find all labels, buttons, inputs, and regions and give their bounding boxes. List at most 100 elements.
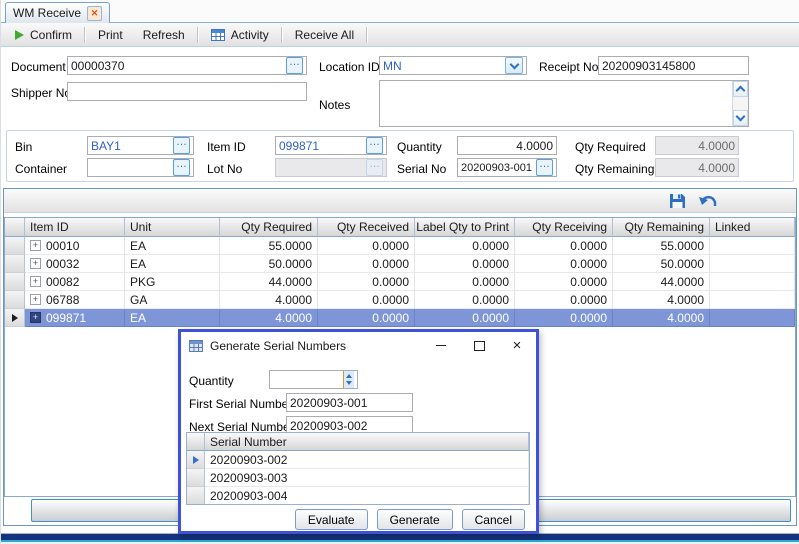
- print-button[interactable]: Print: [88, 23, 133, 46]
- grid-corner[interactable]: [5, 218, 25, 237]
- ellipsis-lookup-icon[interactable]: …: [286, 57, 303, 74]
- generate-button[interactable]: Generate: [377, 509, 453, 530]
- item-id-label: Item ID: [207, 140, 246, 154]
- row-selector[interactable]: [5, 273, 25, 291]
- expand-icon[interactable]: +: [30, 276, 41, 287]
- serial-numbers-grid: Serial Number 20200903-002 20200903-003 …: [186, 432, 530, 505]
- bin-field[interactable]: BAY1 …: [87, 136, 194, 155]
- table-row[interactable]: 20200903-002: [187, 451, 529, 469]
- ellipsis-lookup-icon[interactable]: …: [173, 137, 190, 154]
- play-icon: [15, 30, 24, 40]
- bin-label: Bin: [15, 140, 32, 154]
- expand-icon[interactable]: +: [30, 312, 41, 323]
- location-id-label: Location ID: [319, 60, 380, 74]
- tab-wm-receive[interactable]: WM Receive ✕: [5, 2, 110, 23]
- row-indicator-icon: [12, 314, 18, 322]
- item-id-field[interactable]: 099871 …: [275, 136, 387, 155]
- grid-header-row: Item ID Unit Qty Required Qty Received L…: [5, 218, 795, 237]
- tab-label: WM Receive: [13, 6, 81, 20]
- wm-receive-window: WM Receive ✕ Confirm Print Refresh Activ…: [0, 0, 799, 544]
- row-selector[interactable]: [187, 451, 205, 469]
- qty-required-field: 4.0000: [655, 136, 739, 155]
- row-indicator-icon: [193, 456, 199, 464]
- dialog-quantity-label: Quantity: [189, 374, 234, 388]
- main-toolbar: Confirm Print Refresh Activity Receive A…: [1, 23, 799, 47]
- toolbar-separator: [366, 27, 368, 43]
- receipt-no-field[interactable]: 20200903145800: [598, 56, 749, 75]
- scroll-up-icon[interactable]: [733, 81, 748, 97]
- close-icon[interactable]: ✕: [87, 6, 102, 21]
- table-row[interactable]: +00032 EA 50.0000 0.0000 0.0000 0.0000 5…: [5, 255, 795, 273]
- row-selector[interactable]: [187, 469, 205, 487]
- column-header-qty-received[interactable]: Qty Received: [318, 218, 415, 237]
- row-selector[interactable]: [5, 237, 25, 255]
- close-icon: ×: [513, 339, 522, 353]
- receive-all-button[interactable]: Receive All: [285, 23, 364, 46]
- column-header-qty-receiving[interactable]: Qty Receiving: [515, 218, 613, 237]
- save-button[interactable]: [669, 193, 686, 212]
- row-selector[interactable]: [187, 487, 205, 505]
- table-row[interactable]: 20200903-003: [187, 469, 529, 487]
- activity-button[interactable]: Activity: [201, 23, 279, 46]
- scroll-down-icon[interactable]: [733, 110, 748, 126]
- minimize-button[interactable]: [430, 337, 452, 355]
- dropdown-icon[interactable]: [505, 57, 523, 74]
- column-header-item-id[interactable]: Item ID: [25, 218, 125, 237]
- dialog-titlebar[interactable]: Generate Serial Numbers ×: [181, 332, 536, 359]
- table-row[interactable]: +06788 GA 4.0000 0.0000 0.0000 0.0000 4.…: [5, 291, 795, 309]
- table-row[interactable]: +00082 PKG 44.0000 0.0000 0.0000 0.0000 …: [5, 273, 795, 291]
- notes-label: Notes: [319, 98, 350, 112]
- quantity-field[interactable]: 4.0000: [457, 136, 557, 155]
- receipt-no-label: Receipt No: [539, 60, 598, 74]
- spinner-down-icon[interactable]: [346, 381, 352, 385]
- column-header-linked[interactable]: Linked: [710, 218, 795, 237]
- refresh-button[interactable]: Refresh: [133, 23, 195, 46]
- spinner-up-icon[interactable]: [346, 374, 352, 378]
- column-header-qty-remaining[interactable]: Qty Remaining: [613, 218, 710, 237]
- grid-header-row: Serial Number: [187, 433, 529, 451]
- evaluate-button[interactable]: Evaluate: [295, 509, 368, 530]
- notes-field[interactable]: [379, 80, 749, 127]
- dialog-title: Generate Serial Numbers: [210, 339, 346, 353]
- container-field[interactable]: …: [87, 158, 194, 177]
- column-header-label-qty[interactable]: Label Qty to Print: [415, 218, 515, 237]
- ellipsis-lookup-icon[interactable]: …: [536, 159, 553, 176]
- row-selector[interactable]: [5, 255, 25, 273]
- undo-button[interactable]: [698, 194, 718, 212]
- container-label: Container: [15, 162, 67, 176]
- maximize-button[interactable]: [468, 337, 490, 355]
- ellipsis-lookup-icon[interactable]: …: [173, 159, 190, 176]
- expand-icon[interactable]: +: [30, 258, 41, 269]
- row-selector[interactable]: [5, 291, 25, 309]
- table-row[interactable]: 20200903-004: [187, 487, 529, 505]
- close-button[interactable]: ×: [506, 337, 528, 355]
- qty-remaining-label: Qty Remaining: [575, 162, 654, 176]
- location-id-select[interactable]: MN: [379, 56, 527, 75]
- document-no-field[interactable]: 00000370 …: [67, 56, 307, 75]
- lot-no-label: Lot No: [207, 162, 242, 176]
- column-header-unit[interactable]: Unit: [125, 218, 220, 237]
- column-header-qty-required[interactable]: Qty Required: [220, 218, 318, 237]
- grid-corner[interactable]: [187, 433, 205, 451]
- grid-icon: [189, 340, 203, 352]
- cancel-button[interactable]: Cancel: [462, 509, 525, 530]
- dialog-quantity-field[interactable]: [269, 370, 358, 389]
- notes-scrollbar[interactable]: [732, 81, 748, 126]
- dialog-button-row: Evaluate Generate Cancel: [181, 509, 525, 530]
- table-icon: [211, 29, 225, 41]
- quantity-spinner[interactable]: [343, 371, 354, 388]
- expand-icon[interactable]: +: [30, 240, 41, 251]
- table-row[interactable]: +00010 EA 55.0000 0.0000 0.0000 0.0000 5…: [5, 237, 795, 255]
- shipper-no-field[interactable]: [67, 82, 307, 101]
- first-serial-field[interactable]: 20200903-001: [286, 393, 413, 412]
- expand-icon[interactable]: +: [30, 294, 41, 305]
- row-selector[interactable]: [5, 309, 25, 327]
- toolbar-separator: [84, 27, 86, 43]
- ellipsis-lookup-icon[interactable]: …: [366, 137, 383, 154]
- save-icon: [669, 193, 686, 209]
- column-header-serial-number[interactable]: Serial Number: [205, 433, 529, 451]
- qty-required-label: Qty Required: [575, 140, 646, 154]
- confirm-button[interactable]: Confirm: [5, 23, 82, 46]
- table-row-selected[interactable]: +099871 EA 4.0000 0.0000 0.0000 0.0000 4…: [5, 309, 795, 327]
- serial-no-field[interactable]: 20200903-001 …: [457, 158, 557, 177]
